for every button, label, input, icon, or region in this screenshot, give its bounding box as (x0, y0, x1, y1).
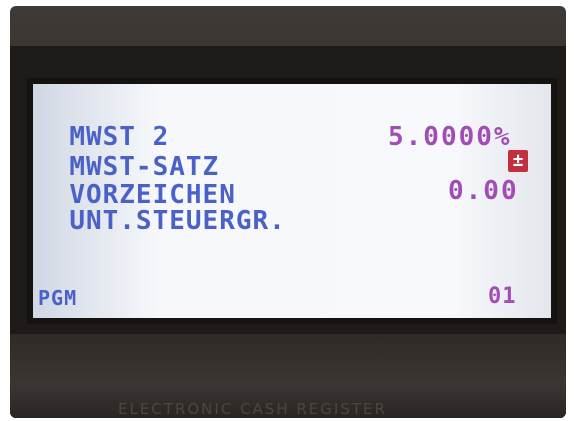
row-value-unt-steuergr: 0.00 (448, 176, 519, 206)
sign-indicator: ± (508, 150, 528, 172)
display-row-unt-steuergr: UNT.STEUERGR. (36, 176, 286, 236)
row-label-unt-steuergr: UNT.STEUERGR. (69, 206, 286, 236)
device-label: ELECTRONIC CASH REGISTER (118, 400, 387, 418)
mode-indicator: PGM (38, 286, 78, 310)
page-indicator: 01 (488, 284, 517, 309)
row-value-mwst-satz: 5.0000% (388, 122, 512, 152)
sign-value: ± (512, 150, 524, 171)
